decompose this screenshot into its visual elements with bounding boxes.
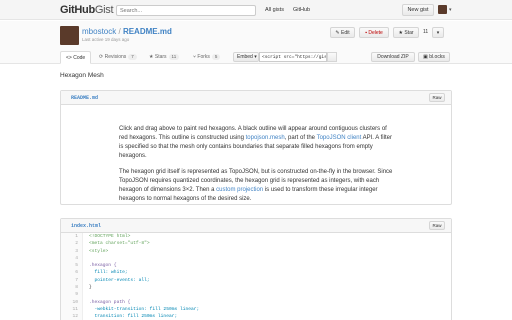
code-text: .hexagon path { (89, 299, 131, 305)
readme-file-box: README.md Raw Click and drag above to pa… (60, 90, 452, 205)
owner-link[interactable]: mbostock (82, 27, 116, 36)
code-text: transition: fill 250ms linear; (89, 314, 178, 320)
search-input[interactable] (116, 5, 256, 16)
readme-paragraph-2: The hexagon grid itself is represented a… (119, 168, 393, 204)
chevron-down-icon[interactable]: ▾ (449, 7, 452, 13)
tab-code[interactable]: <> Code (60, 51, 92, 64)
logo-github-text: GitHub (60, 4, 95, 16)
line-number[interactable]: 4 (61, 254, 83, 263)
more-options-button[interactable]: ▾ (432, 27, 444, 38)
chevron-down-icon: ▾ (436, 30, 440, 36)
code-text: -webkit-transition: fill 250ms linear; (89, 306, 200, 312)
nav-github[interactable]: GitHub (293, 7, 310, 13)
delete-button[interactable]: ▪ Delete (359, 27, 389, 38)
line-number[interactable]: 2 (61, 240, 83, 248)
gist-file-link[interactable]: README.md (123, 27, 172, 36)
readme-filename[interactable]: README.md (71, 95, 98, 101)
line-number[interactable]: 12 (61, 313, 83, 320)
star-count: 11 (423, 29, 429, 35)
line-number[interactable]: 6 (61, 269, 83, 277)
line-number[interactable]: 5 (61, 262, 83, 270)
tab-forks[interactable]: ⑂ Forks 5 (188, 51, 225, 64)
code-text: <meta charset="utf-8"> (89, 241, 150, 247)
topojson-mesh-link[interactable]: topojson.mesh (246, 135, 285, 141)
user-avatar[interactable] (438, 5, 447, 14)
tab-revisions-label: Revisions (104, 54, 127, 60)
gist-title: mbostock / README.md (82, 27, 172, 36)
stars-count: 11 (168, 54, 180, 60)
clipboard-icon[interactable] (327, 52, 337, 62)
line-number[interactable]: 10 (61, 298, 83, 306)
line-number[interactable]: 1 (61, 233, 83, 241)
code-text: } (89, 285, 92, 291)
line-number[interactable]: 9 (61, 291, 83, 299)
code-line: 5 .hexagon { (61, 262, 451, 270)
line-number[interactable]: 8 (61, 284, 83, 292)
code-listing: 1 <!DOCTYPE html> 2 <meta charset="utf-8"> 3… (61, 233, 451, 320)
blocks-label: bl.ocks (429, 54, 445, 60)
code-line: 7 pointer-events: all; (61, 276, 451, 285)
line-number[interactable]: 7 (61, 276, 83, 285)
star-button[interactable]: ★ Star (393, 27, 419, 38)
new-gist-button[interactable]: New gist (402, 4, 434, 16)
code-line: 2 <meta charset="utf-8"> (61, 240, 451, 248)
index-file-header: index.html Raw (61, 219, 451, 233)
owner-avatar[interactable] (60, 26, 79, 45)
code-line: 12 transition: fill 250ms linear; (61, 313, 451, 320)
gist-description: Hexagon Mesh (60, 72, 104, 79)
code-line: 4 (61, 254, 451, 263)
embed-code-field[interactable]: <script src="https://gis (259, 52, 327, 62)
edit-button[interactable]: ✎ Edit (330, 27, 355, 38)
code-line: 3 <style> (61, 247, 451, 255)
line-number[interactable]: 11 (61, 305, 83, 314)
p1-text-b: , part of the (284, 135, 317, 141)
forks-count: 5 (211, 54, 221, 60)
code-text: fill: white; (89, 270, 128, 276)
topojson-client-link[interactable]: TopoJSON client (317, 135, 362, 141)
custom-projection-link[interactable]: custom projection (216, 187, 263, 193)
top-header: GitHubGist All gists GitHub New gist ▾ (0, 0, 512, 20)
tab-code-label: Code (73, 55, 86, 61)
tab-stars[interactable]: ★ Stars 11 (144, 51, 184, 64)
chevron-down-icon: ▾ (252, 54, 257, 60)
code-line: 10 .hexagon path { (61, 298, 451, 306)
embed-select[interactable]: Embed ▾ (233, 52, 259, 62)
index-file-box: index.html Raw 1 <!DOCTYPE html> 2 <meta ch… (60, 218, 452, 320)
code-line: 11 -webkit-transition: fill 250ms linear… (61, 305, 451, 314)
tab-forks-label: Forks (197, 54, 210, 60)
title-separator: / (118, 27, 121, 36)
gist-meta: Last active 19 days ago (82, 37, 130, 42)
tab-stars-label: Stars (154, 54, 167, 60)
index-filename[interactable]: index.html (71, 223, 101, 229)
code-line: 8} (61, 284, 451, 292)
logo-gist-text: Gist (94, 4, 114, 16)
readme-file-header: README.md Raw (61, 91, 451, 105)
embed-select-label: Embed (237, 54, 253, 60)
index-raw-button[interactable]: Raw (429, 221, 445, 230)
edit-label: Edit (340, 30, 350, 36)
code-text: .hexagon { (89, 263, 117, 269)
tab-revisions[interactable]: ⟳ Revisions 7 (94, 51, 142, 64)
github-gist-logo[interactable]: GitHubGist (60, 4, 114, 16)
readme-body: Click and drag above to paint red hexago… (61, 105, 451, 204)
download-zip-button[interactable]: Download ZIP (371, 52, 415, 62)
blocks-button[interactable]: ▣ bl.ocks (418, 52, 450, 62)
star-label: Star (404, 30, 414, 36)
code-line: 1 <!DOCTYPE html> (61, 233, 451, 241)
code-text: pointer-events: all; (89, 277, 150, 283)
delete-label: Delete (368, 30, 383, 36)
code-text: <style> (89, 248, 109, 254)
revisions-count: 7 (128, 54, 137, 60)
code-text: <!DOCTYPE html> (89, 234, 131, 239)
readme-paragraph-1: Click and drag above to paint red hexago… (119, 125, 393, 161)
nav-all-gists[interactable]: All gists (265, 7, 284, 13)
code-line: 6 fill: white; (61, 269, 451, 277)
code-line: 9 (61, 291, 451, 299)
line-number[interactable]: 3 (61, 247, 83, 255)
readme-raw-button[interactable]: Raw (429, 93, 445, 102)
